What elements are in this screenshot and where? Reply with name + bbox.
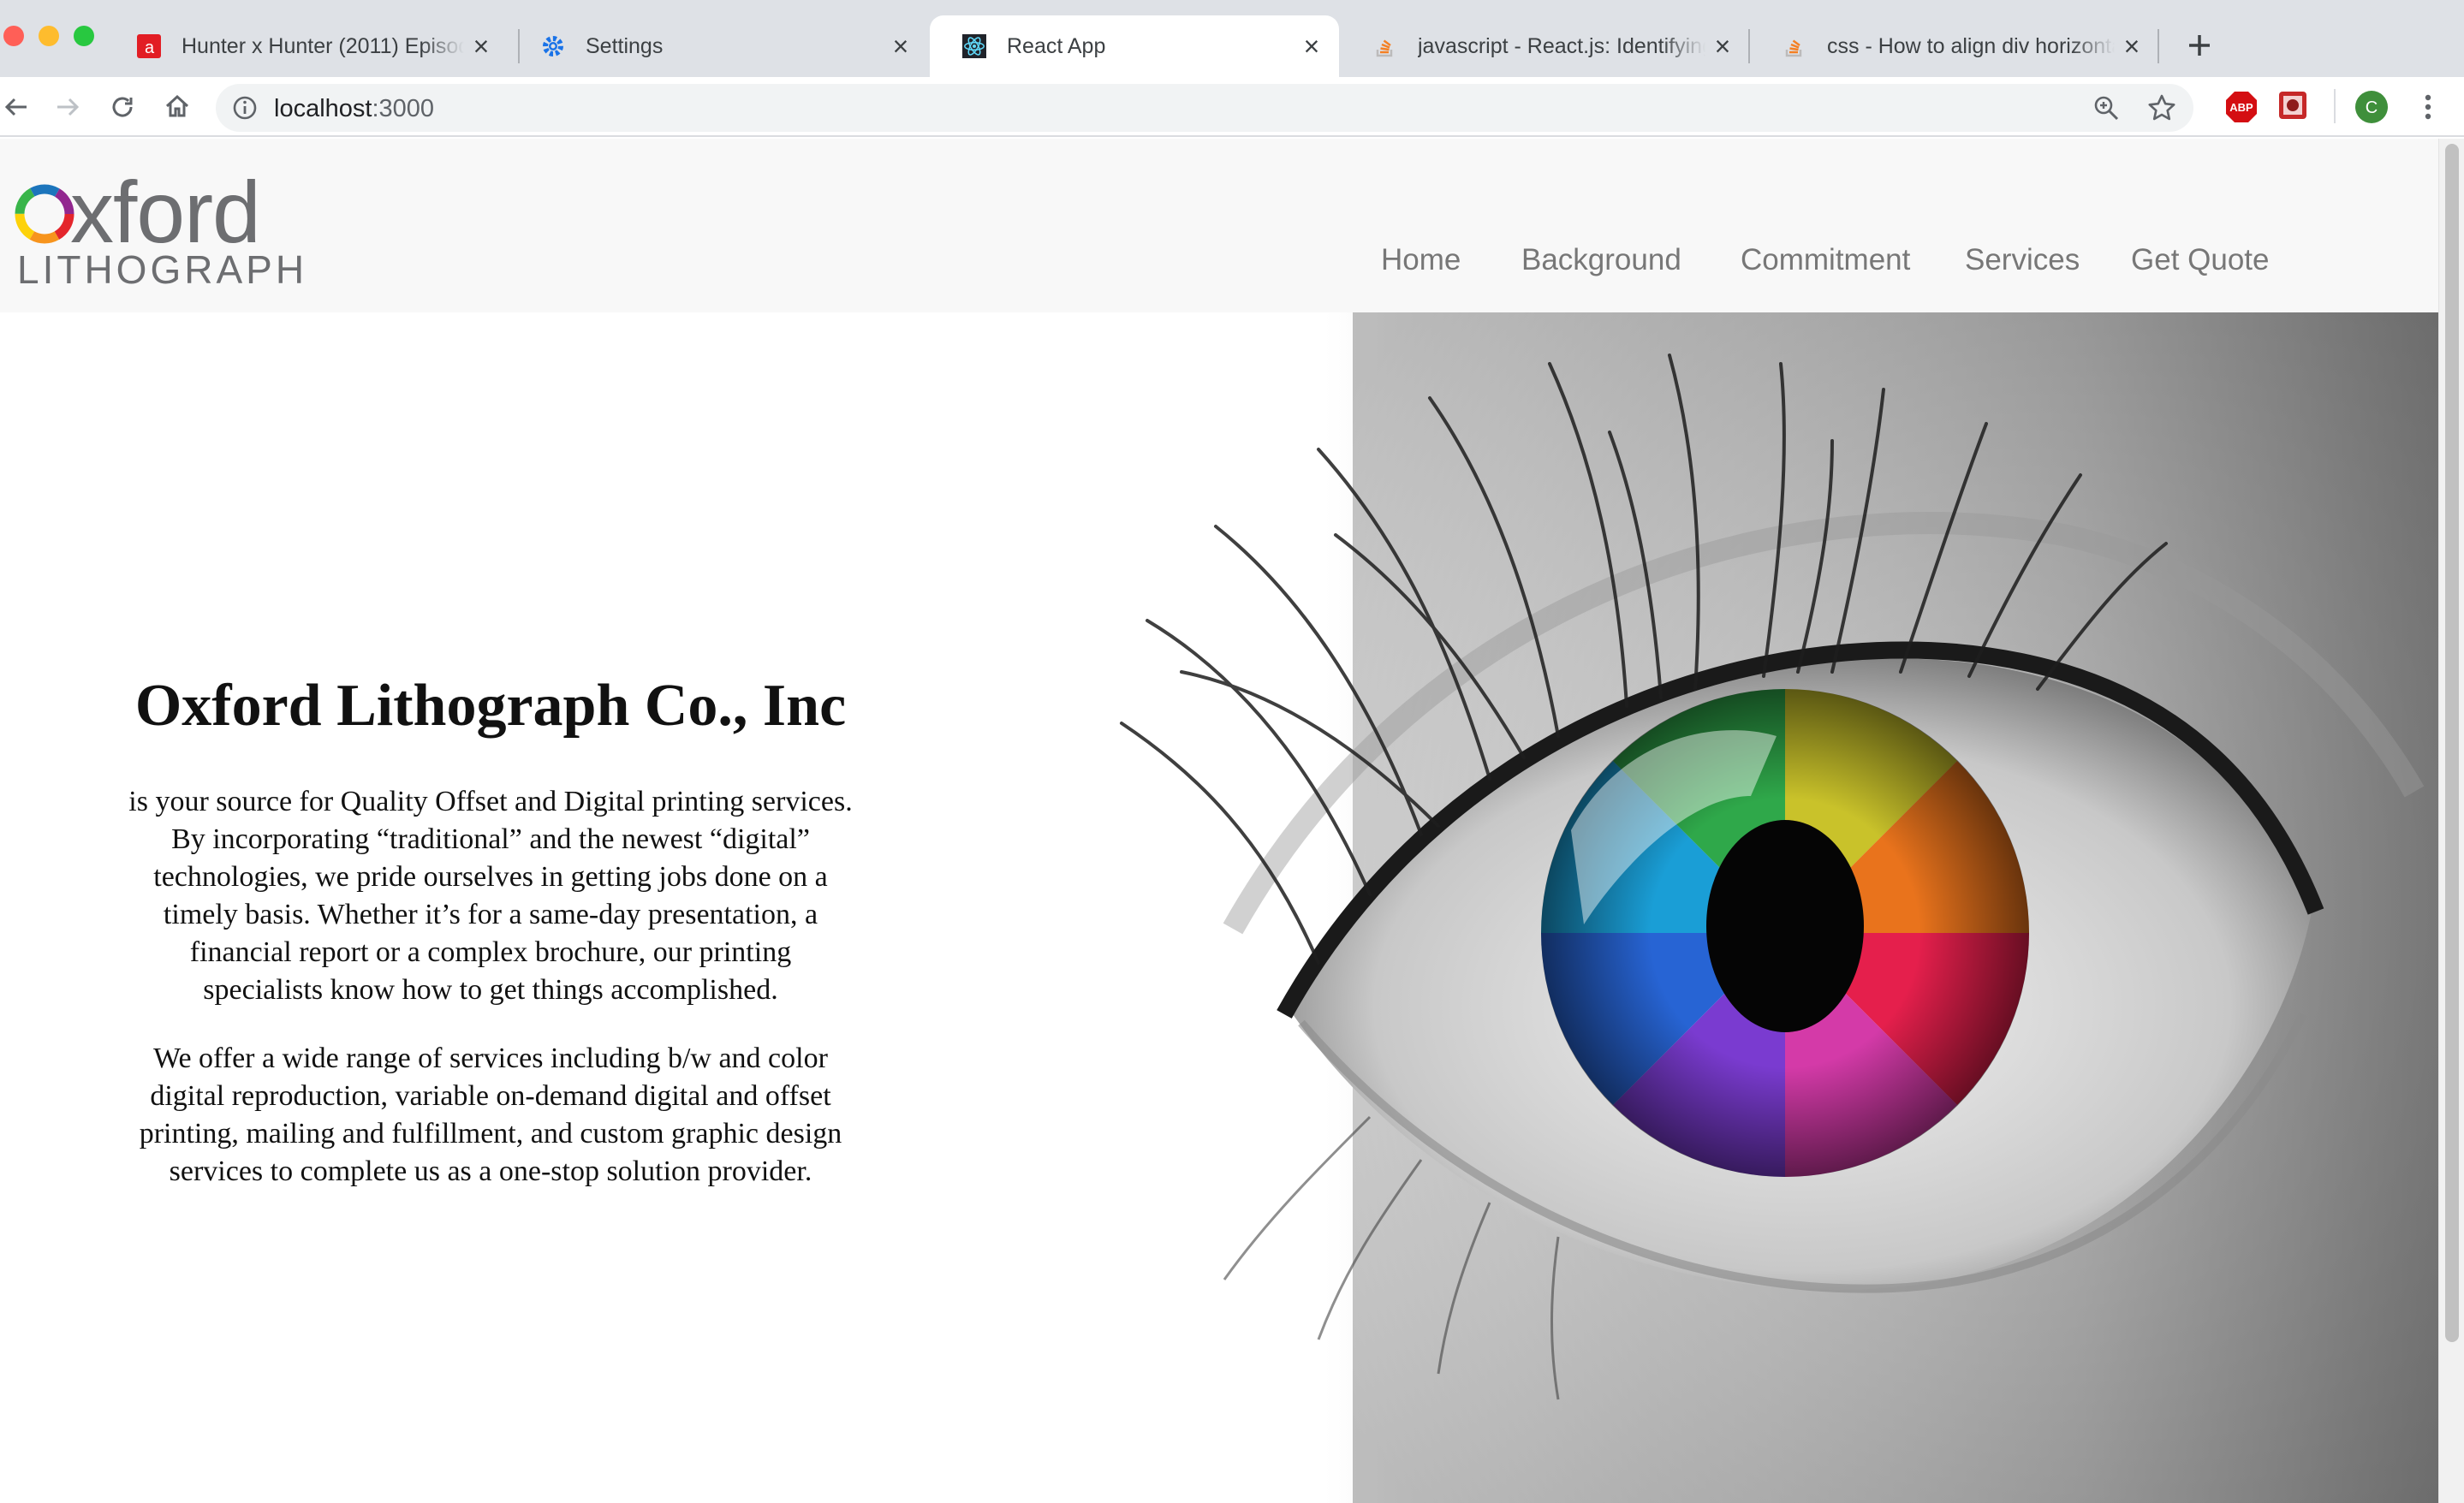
color-ring-logo-icon — [15, 184, 74, 244]
close-window-button[interactable] — [3, 26, 24, 46]
nav-get-quote[interactable]: Get Quote — [2131, 243, 2269, 277]
close-tab-icon[interactable]: × — [1705, 29, 1740, 63]
react-icon — [962, 34, 986, 58]
site-logo[interactable]: xford LITHOGRAPH — [12, 163, 304, 292]
tab-hunter-x-hunter[interactable]: a Hunter x Hunter (2011) Episode 1 × — [104, 15, 509, 77]
home-icon[interactable] — [156, 86, 199, 128]
tab-title: css - How to align div horizontally — [1827, 33, 2115, 58]
rainbow-eye-image — [1010, 312, 2438, 1503]
nav-background[interactable]: Background — [1521, 243, 1681, 277]
zoom-window-button[interactable] — [74, 26, 94, 46]
close-tab-icon[interactable]: × — [464, 29, 498, 63]
logo-subtitle: LITHOGRAPH — [17, 247, 308, 292]
close-tab-icon[interactable]: × — [884, 29, 918, 63]
tab-title: javascript - React.js: Identifying diffe… — [1418, 33, 1705, 58]
site-navbar: xford LITHOGRAPH Home Background Commitm… — [0, 139, 2438, 312]
tab-css-question[interactable]: css - How to align div horizontally × — [1750, 15, 2159, 77]
new-tab-button[interactable] — [2178, 24, 2221, 67]
web-page: xford LITHOGRAPH Home Background Commitm… — [0, 139, 2438, 1503]
tab-title: React App — [1007, 33, 1106, 58]
anime-site-icon: a — [137, 34, 161, 58]
zoom-icon[interactable] — [2092, 94, 2120, 122]
close-tab-icon[interactable]: × — [1294, 29, 1329, 63]
svg-text:C: C — [2366, 98, 2378, 117]
tab-title: Hunter x Hunter (2011) Episode 1 — [182, 33, 464, 58]
gear-icon — [541, 34, 565, 58]
hero-copy: Oxford Lithograph Co., Inc is your sourc… — [128, 672, 853, 1221]
page-scrollbar[interactable] — [2438, 139, 2464, 1503]
stackoverflow-icon — [1783, 34, 1806, 58]
url-text: localhost:3000 — [274, 95, 435, 122]
tab-settings[interactable]: Settings × — [509, 15, 928, 77]
nav-commitment[interactable]: Commitment — [1741, 243, 1910, 277]
hero-paragraph-intro: is your source for Quality Offset and Di… — [128, 786, 853, 1006]
close-tab-icon[interactable]: × — [2115, 29, 2149, 63]
info-icon[interactable] — [231, 94, 259, 122]
minimize-window-button[interactable] — [39, 26, 59, 46]
adblock-plus-icon[interactable]: ABP — [2224, 90, 2259, 124]
nav-services[interactable]: Services — [1965, 243, 2080, 277]
extension-icon[interactable] — [2277, 90, 2312, 124]
svg-text:ABP: ABP — [2229, 101, 2253, 114]
stackoverflow-icon — [1373, 34, 1397, 58]
scrollbar-thumb[interactable] — [2445, 144, 2459, 1342]
address-bar[interactable]: localhost:3000 — [216, 84, 2193, 132]
tab-react-app[interactable]: React App × — [930, 15, 1339, 77]
tab-separator — [2157, 29, 2159, 63]
tab-title: Settings — [586, 33, 664, 58]
back-icon[interactable] — [0, 86, 38, 128]
hero-paragraph-services: We offer a wide range of services includ… — [139, 1043, 842, 1187]
menu-icon[interactable] — [2411, 90, 2445, 124]
star-icon[interactable] — [2147, 93, 2176, 122]
browser-toolbar: localhost:3000 ABP C — [0, 77, 2464, 137]
reload-icon[interactable] — [101, 86, 144, 128]
forward-icon[interactable] — [46, 86, 89, 128]
window-controls — [3, 26, 94, 46]
hero-title: Oxford Lithograph Co., Inc — [134, 673, 847, 739]
toolbar-divider — [2334, 89, 2336, 123]
tab-javascript-question[interactable]: javascript - React.js: Identifying diffe… — [1341, 15, 1750, 77]
nav-home[interactable]: Home — [1381, 243, 1461, 277]
hero-section: Oxford Lithograph Co., Inc is your sourc… — [0, 312, 2438, 1503]
svg-text:a: a — [145, 39, 155, 57]
tab-strip: a Hunter x Hunter (2011) Episode 1 × Set… — [0, 0, 2464, 77]
profile-avatar[interactable]: C — [2354, 90, 2389, 124]
